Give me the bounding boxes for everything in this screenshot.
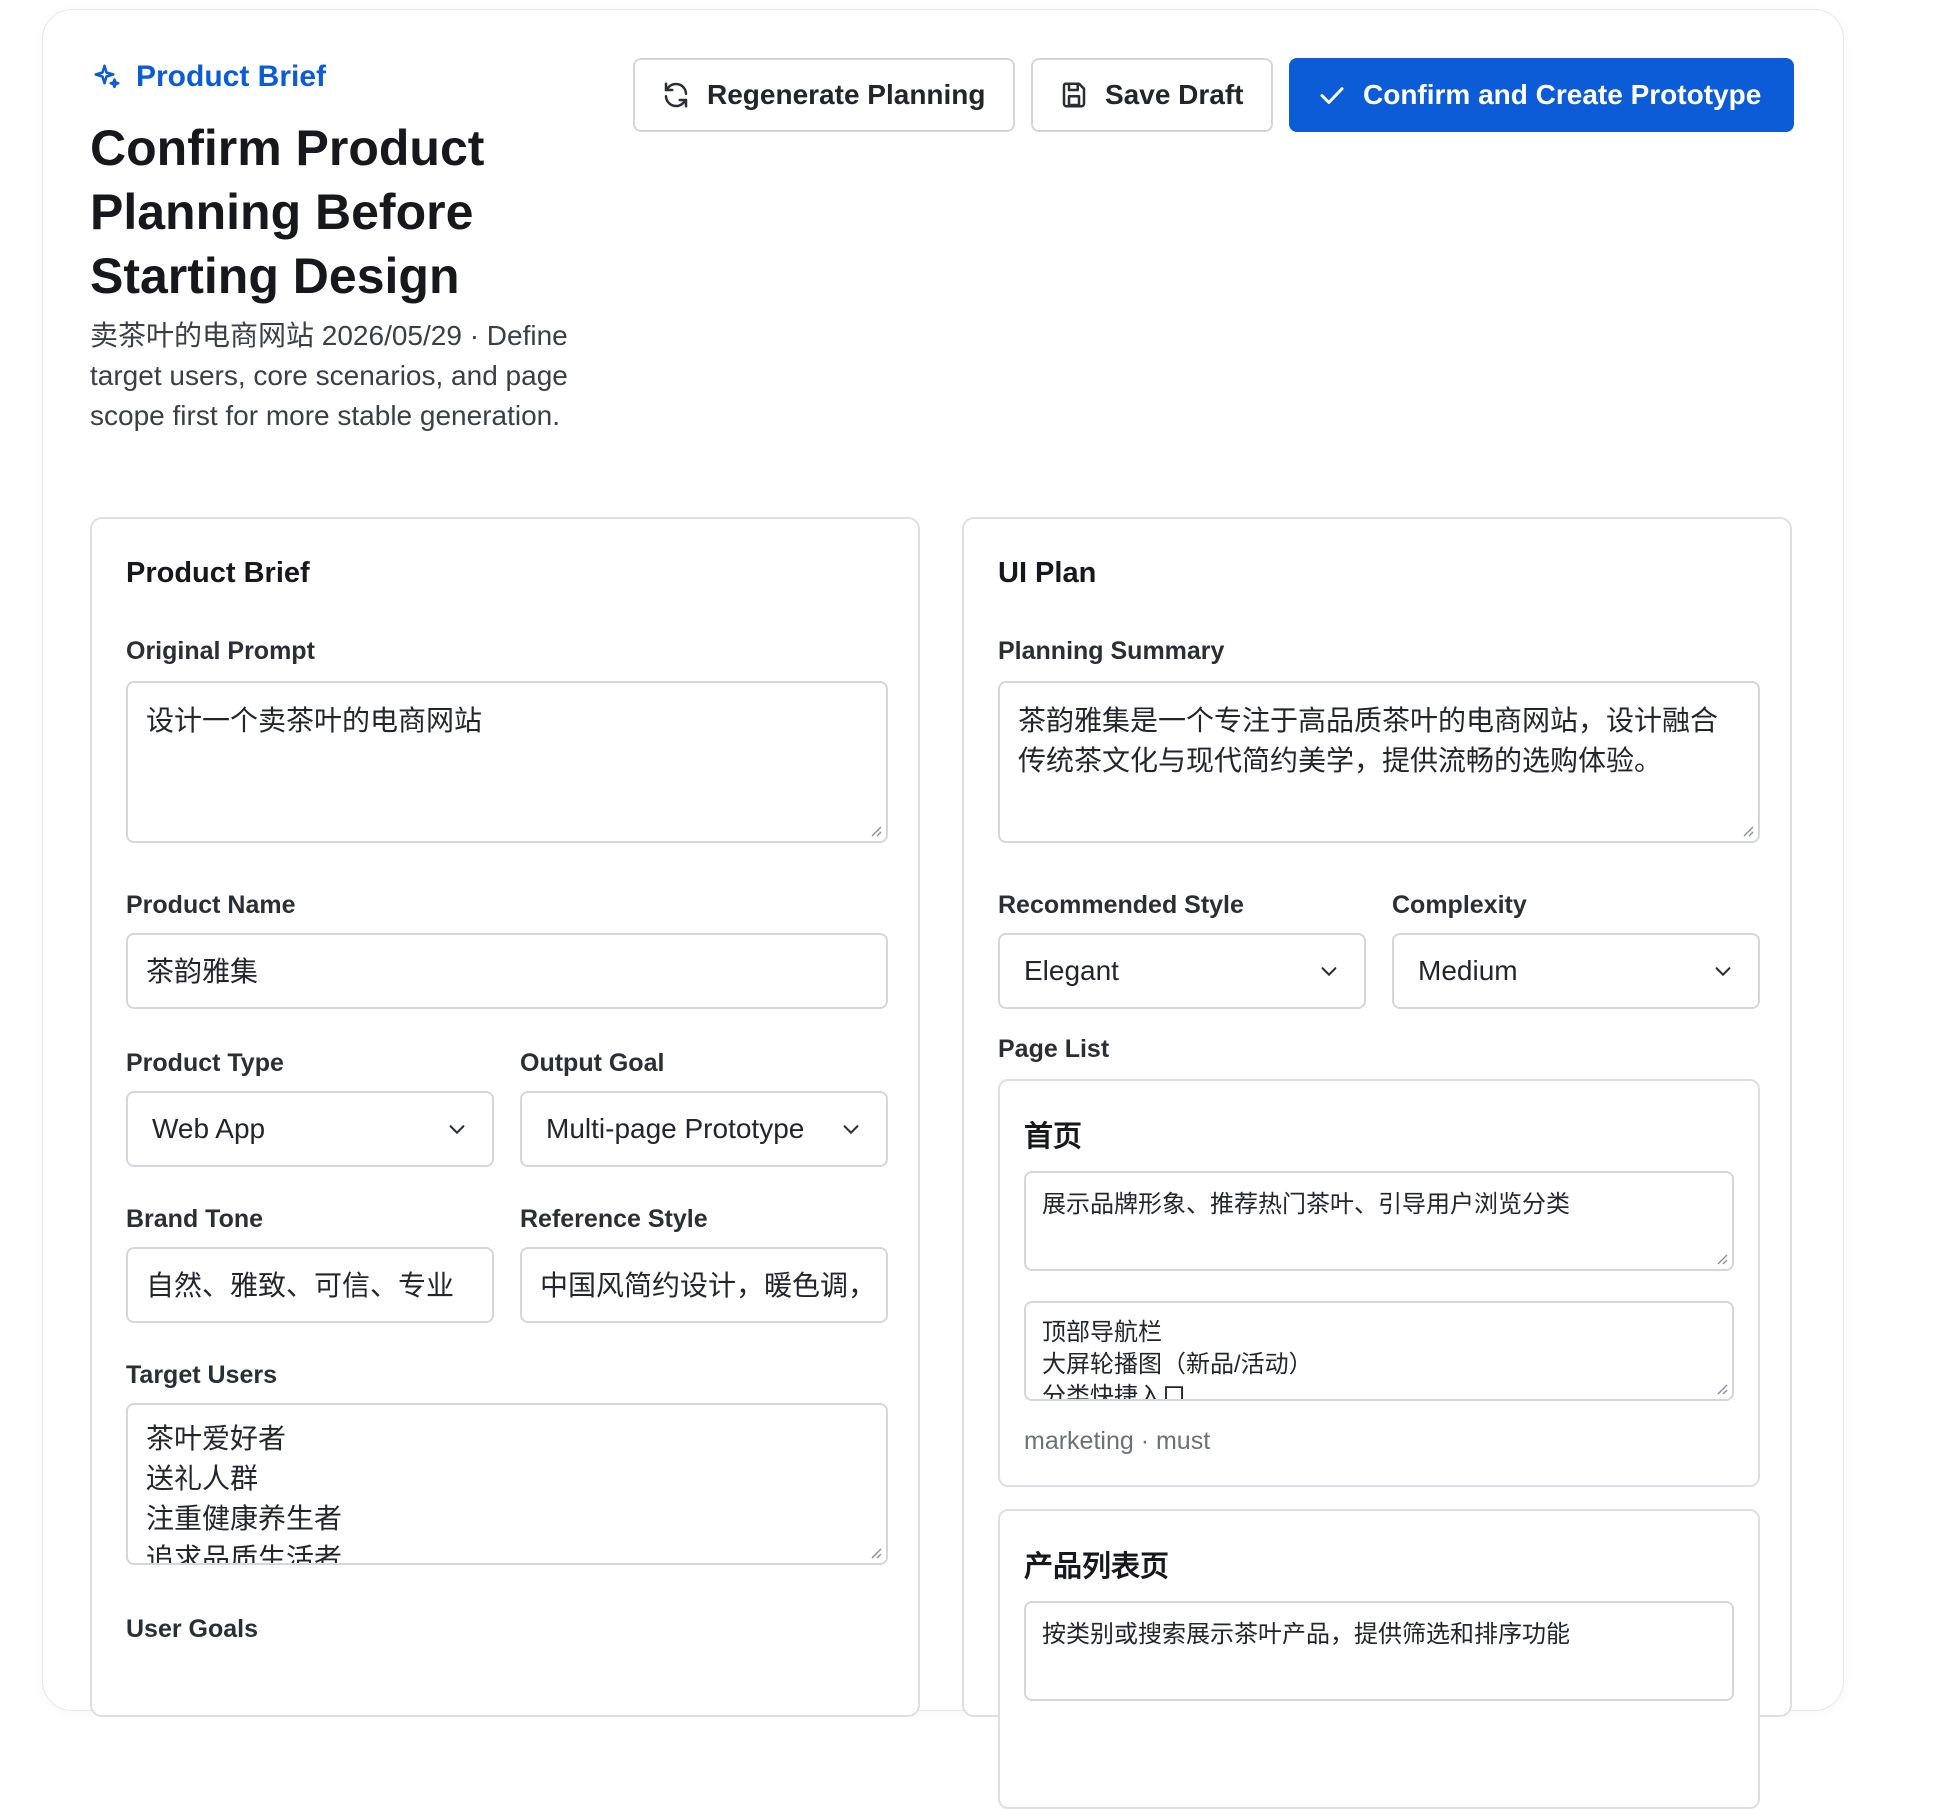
- recommended-style-label: Recommended Style: [998, 891, 1244, 919]
- chevron-down-icon: [843, 1125, 859, 1135]
- planning-summary-value: 茶韵雅集是一个专注于高品质茶叶的电商网站，设计融合传统茶文化与现代简约美学，提供…: [1018, 705, 1719, 776]
- page-description-value: 按类别或搜索展示茶叶产品，提供筛选和排序功能: [1042, 1621, 1570, 1648]
- eyebrow-label: Product Brief: [136, 60, 327, 93]
- complexity-label: Complexity: [1392, 891, 1527, 919]
- page-subtitle: 卖茶叶的电商网站 2026/05/29 · Define target user…: [90, 320, 568, 431]
- brand-tone-label: Brand Tone: [126, 1205, 264, 1233]
- page-list-label: Page List: [998, 1035, 1110, 1063]
- eyebrow: Product Brief: [92, 60, 326, 94]
- complexity-value: Medium: [1418, 955, 1518, 986]
- target-user-item: 注重健康养生者: [146, 1503, 343, 1534]
- confirm-create-prototype-label: Confirm and Create Prototype: [1363, 79, 1762, 110]
- regenerate-planning-button[interactable]: Regenerate Planning: [633, 58, 1015, 132]
- planning-summary-label: Planning Summary: [998, 637, 1225, 665]
- page-card: 首页 展示品牌形象、推荐热门茶叶、引导用户浏览分类 顶部导航栏 大屏轮播图（新品…: [998, 1079, 1760, 1487]
- page-module-item: 大屏轮播图（新品/活动）: [1042, 1351, 1313, 1378]
- product-name-field[interactable]: 茶韵雅集: [126, 933, 888, 1009]
- resize-grip-icon[interactable]: [1740, 823, 1754, 837]
- toolbar: Regenerate Planning Save Draft Confirm a…: [633, 58, 1794, 132]
- resize-grip-icon[interactable]: [1714, 1381, 1728, 1395]
- page-description-field[interactable]: 展示品牌形象、推荐热门茶叶、引导用户浏览分类: [1024, 1171, 1734, 1271]
- product-brief-panel: Product Brief Original Prompt 设计一个卖茶叶的电商…: [90, 517, 920, 1717]
- page-name: 首页: [1024, 1121, 1083, 1153]
- original-prompt-value: 设计一个卖茶叶的电商网站: [146, 705, 483, 736]
- page-title: Confirm Product Planning Before Starting…: [90, 120, 485, 304]
- save-draft-label: Save Draft: [1105, 79, 1244, 110]
- resize-grip-icon[interactable]: [868, 823, 882, 837]
- target-user-item: 茶叶爱好者: [146, 1423, 287, 1454]
- confirm-create-prototype-button[interactable]: Confirm and Create Prototype: [1289, 58, 1794, 132]
- user-goals-label: User Goals: [126, 1615, 259, 1643]
- page-description-value: 展示品牌形象、推荐热门茶叶、引导用户浏览分类: [1042, 1191, 1570, 1218]
- original-prompt-label: Original Prompt: [126, 637, 315, 665]
- recommended-style-select[interactable]: Elegant: [998, 933, 1366, 1009]
- target-users-label: Target Users: [126, 1361, 277, 1389]
- target-user-item: 追求品质生活者: [146, 1543, 343, 1565]
- page-meta: marketing · must: [1024, 1427, 1211, 1455]
- check-icon: [1320, 87, 1344, 104]
- original-prompt-field[interactable]: 设计一个卖茶叶的电商网站: [126, 681, 888, 843]
- product-type-select[interactable]: Web App: [126, 1091, 494, 1167]
- sparkle-icon: [94, 64, 120, 89]
- resize-grip-icon[interactable]: [1714, 1251, 1728, 1265]
- floppy-disk-icon: [1062, 82, 1086, 108]
- product-brief-title: Product Brief: [126, 557, 310, 589]
- page-description-field[interactable]: 按类别或搜索展示茶叶产品，提供筛选和排序功能: [1024, 1601, 1734, 1701]
- planning-summary-field[interactable]: 茶韵雅集是一个专注于高品质茶叶的电商网站，设计融合传统茶文化与现代简约美学，提供…: [998, 681, 1760, 843]
- save-draft-button[interactable]: Save Draft: [1031, 58, 1273, 132]
- chevron-down-icon: [449, 1125, 465, 1135]
- product-name-label: Product Name: [126, 891, 296, 919]
- resize-grip-icon[interactable]: [868, 1545, 882, 1559]
- brand-tone-field[interactable]: 自然、雅致、可信、专业: [126, 1247, 494, 1323]
- refresh-icon: [664, 82, 688, 108]
- reference-style-field[interactable]: 中国风简约设计，暖色调，: [520, 1247, 888, 1323]
- page-module-item: 分类快捷入口: [1042, 1383, 1186, 1401]
- page-card: 产品列表页 按类别或搜索展示茶叶产品，提供筛选和排序功能: [998, 1509, 1760, 1809]
- target-user-item: 送礼人群: [146, 1463, 259, 1494]
- ui-plan-title: UI Plan: [998, 557, 1097, 589]
- page-module-item: 顶部导航栏: [1042, 1319, 1162, 1346]
- output-goal-value: Multi-page Prototype: [546, 1113, 805, 1144]
- regenerate-planning-label: Regenerate Planning: [707, 79, 986, 110]
- page-modules-field[interactable]: 顶部导航栏 大屏轮播图（新品/活动） 分类快捷入口: [1024, 1301, 1734, 1401]
- target-users-field[interactable]: 茶叶爱好者 送礼人群 注重健康养生者 追求品质生活者: [126, 1403, 888, 1565]
- ui-plan-panel: UI Plan Planning Summary 茶韵雅集是一个专注于高品质茶叶…: [962, 517, 1792, 1809]
- page-name: 产品列表页: [1024, 1551, 1170, 1583]
- chevron-down-icon: [1715, 967, 1731, 977]
- output-goal-select[interactable]: Multi-page Prototype: [520, 1091, 888, 1167]
- product-type-label: Product Type: [126, 1049, 284, 1077]
- recommended-style-value: Elegant: [1024, 955, 1119, 986]
- reference-style-label: Reference Style: [520, 1205, 708, 1233]
- output-goal-label: Output Goal: [520, 1049, 665, 1077]
- chevron-down-icon: [1321, 967, 1337, 977]
- product-type-value: Web App: [152, 1113, 266, 1144]
- complexity-select[interactable]: Medium: [1392, 933, 1760, 1009]
